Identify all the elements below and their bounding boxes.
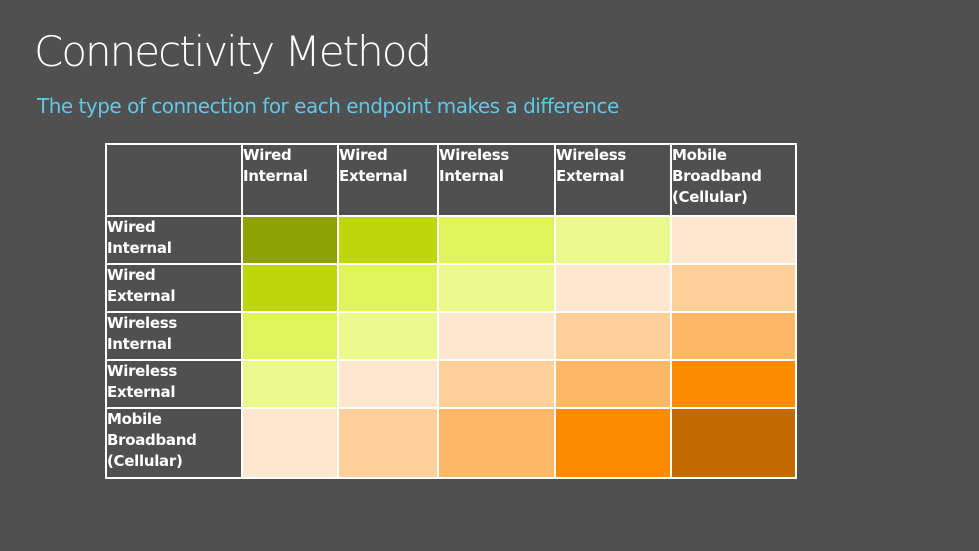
matrix-cell	[437, 359, 556, 409]
matrix-row-mobile-broadband: Mobile Broadband (Cellular)	[105, 407, 797, 479]
page-title: Connectivity Method	[34, 27, 432, 76]
matrix-cell	[241, 407, 339, 479]
column-header-label-line: (Cellular)	[672, 188, 748, 206]
matrix-cell	[337, 215, 439, 265]
row-header-label-line: Wired	[107, 266, 156, 284]
row-header-wired-external: Wired External	[105, 263, 243, 313]
column-header-wired-external: Wired External	[337, 143, 439, 217]
column-header-wireless-external: Wireless External	[554, 143, 672, 217]
column-header-label-line: External	[556, 167, 625, 185]
page-subtitle: The type of connection for each endpoint…	[37, 94, 619, 118]
matrix-cell	[554, 359, 672, 409]
column-header-label-line: Wireless	[556, 146, 627, 164]
row-header-mobile-broadband: Mobile Broadband (Cellular)	[105, 407, 243, 479]
row-header-label-line: Wireless	[107, 314, 178, 332]
matrix-cell	[241, 311, 339, 361]
matrix-cell	[337, 263, 439, 313]
column-header-mobile-broadband: Mobile Broadband (Cellular)	[670, 143, 797, 217]
row-header-label-line: Broadband	[107, 431, 197, 449]
row-header-wireless-external: Wireless External	[105, 359, 243, 409]
matrix-cell	[554, 263, 672, 313]
matrix-row-wireless-external: Wireless External	[105, 359, 797, 409]
matrix-row-wired-external: Wired External	[105, 263, 797, 313]
matrix-cell	[670, 407, 797, 479]
row-header-label-line: External	[107, 287, 176, 305]
column-header-label-line: Mobile	[672, 146, 727, 164]
column-header-label-line: Internal	[439, 167, 504, 185]
row-header-label-line: Internal	[107, 239, 172, 257]
matrix-cell	[670, 263, 797, 313]
matrix-cell	[337, 407, 439, 479]
row-header-label-line: Mobile	[107, 410, 162, 428]
row-header-label-line: (Cellular)	[107, 452, 183, 470]
column-header-label-line: Broadband	[672, 167, 762, 185]
matrix-cell	[337, 359, 439, 409]
column-header-label-line: Internal	[243, 167, 308, 185]
matrix-cell	[670, 311, 797, 361]
matrix-cell	[670, 215, 797, 265]
matrix-row-wired-internal: Wired Internal	[105, 215, 797, 265]
column-header-label-line: Wired	[339, 146, 388, 164]
matrix-cell	[437, 215, 556, 265]
matrix-cell	[241, 359, 339, 409]
column-header-wireless-internal: Wireless Internal	[437, 143, 556, 217]
row-header-label-line: Wireless	[107, 362, 178, 380]
row-header-label-line: Wired	[107, 218, 156, 236]
matrix-cell	[241, 215, 339, 265]
column-header-label-line: External	[339, 167, 408, 185]
matrix-cell	[437, 407, 556, 479]
matrix-row-wireless-internal: Wireless Internal	[105, 311, 797, 361]
matrix-cell	[437, 311, 556, 361]
matrix-cell	[554, 407, 672, 479]
matrix-cell	[241, 263, 339, 313]
matrix-cell	[554, 215, 672, 265]
row-header-wired-internal: Wired Internal	[105, 215, 243, 265]
row-header-label-line: Internal	[107, 335, 172, 353]
matrix-cell	[337, 311, 439, 361]
row-header-label-line: External	[107, 383, 176, 401]
matrix-header-row: Wired Internal Wired External Wireless Inte…	[105, 143, 797, 217]
matrix-cell	[670, 359, 797, 409]
matrix-corner-cell	[105, 143, 243, 217]
connectivity-matrix: Wired Internal Wired External Wireless Inte…	[105, 143, 797, 479]
column-header-label-line: Wireless	[439, 146, 510, 164]
column-header-label-line: Wired	[243, 146, 292, 164]
matrix-cell	[554, 311, 672, 361]
matrix-cell	[437, 263, 556, 313]
column-header-wired-internal: Wired Internal	[241, 143, 339, 217]
row-header-wireless-internal: Wireless Internal	[105, 311, 243, 361]
